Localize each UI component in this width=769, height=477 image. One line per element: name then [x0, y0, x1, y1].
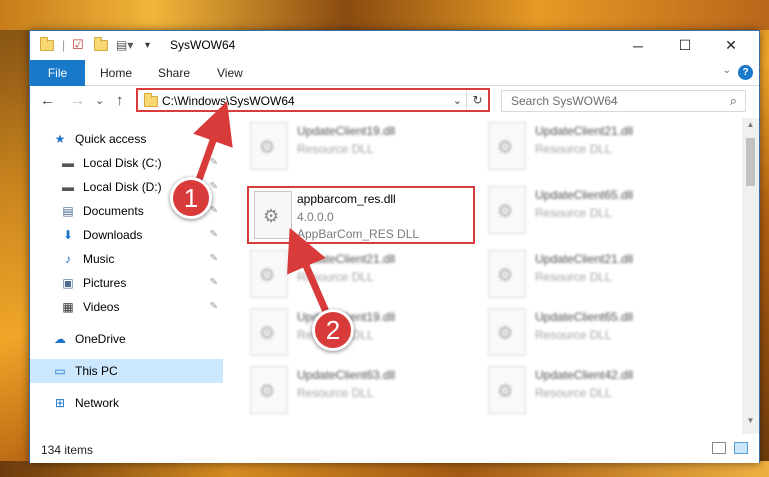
step-2-badge: 2: [312, 309, 354, 351]
annotation-arrows: [191, 101, 334, 323]
step-1-badge: 1: [170, 177, 212, 219]
explorer-window: | ☑ ▤▾ ▾ SysWOW64 ─ ☐ ✕ File Home Share …: [29, 30, 760, 463]
desktop-background: [0, 0, 769, 30]
